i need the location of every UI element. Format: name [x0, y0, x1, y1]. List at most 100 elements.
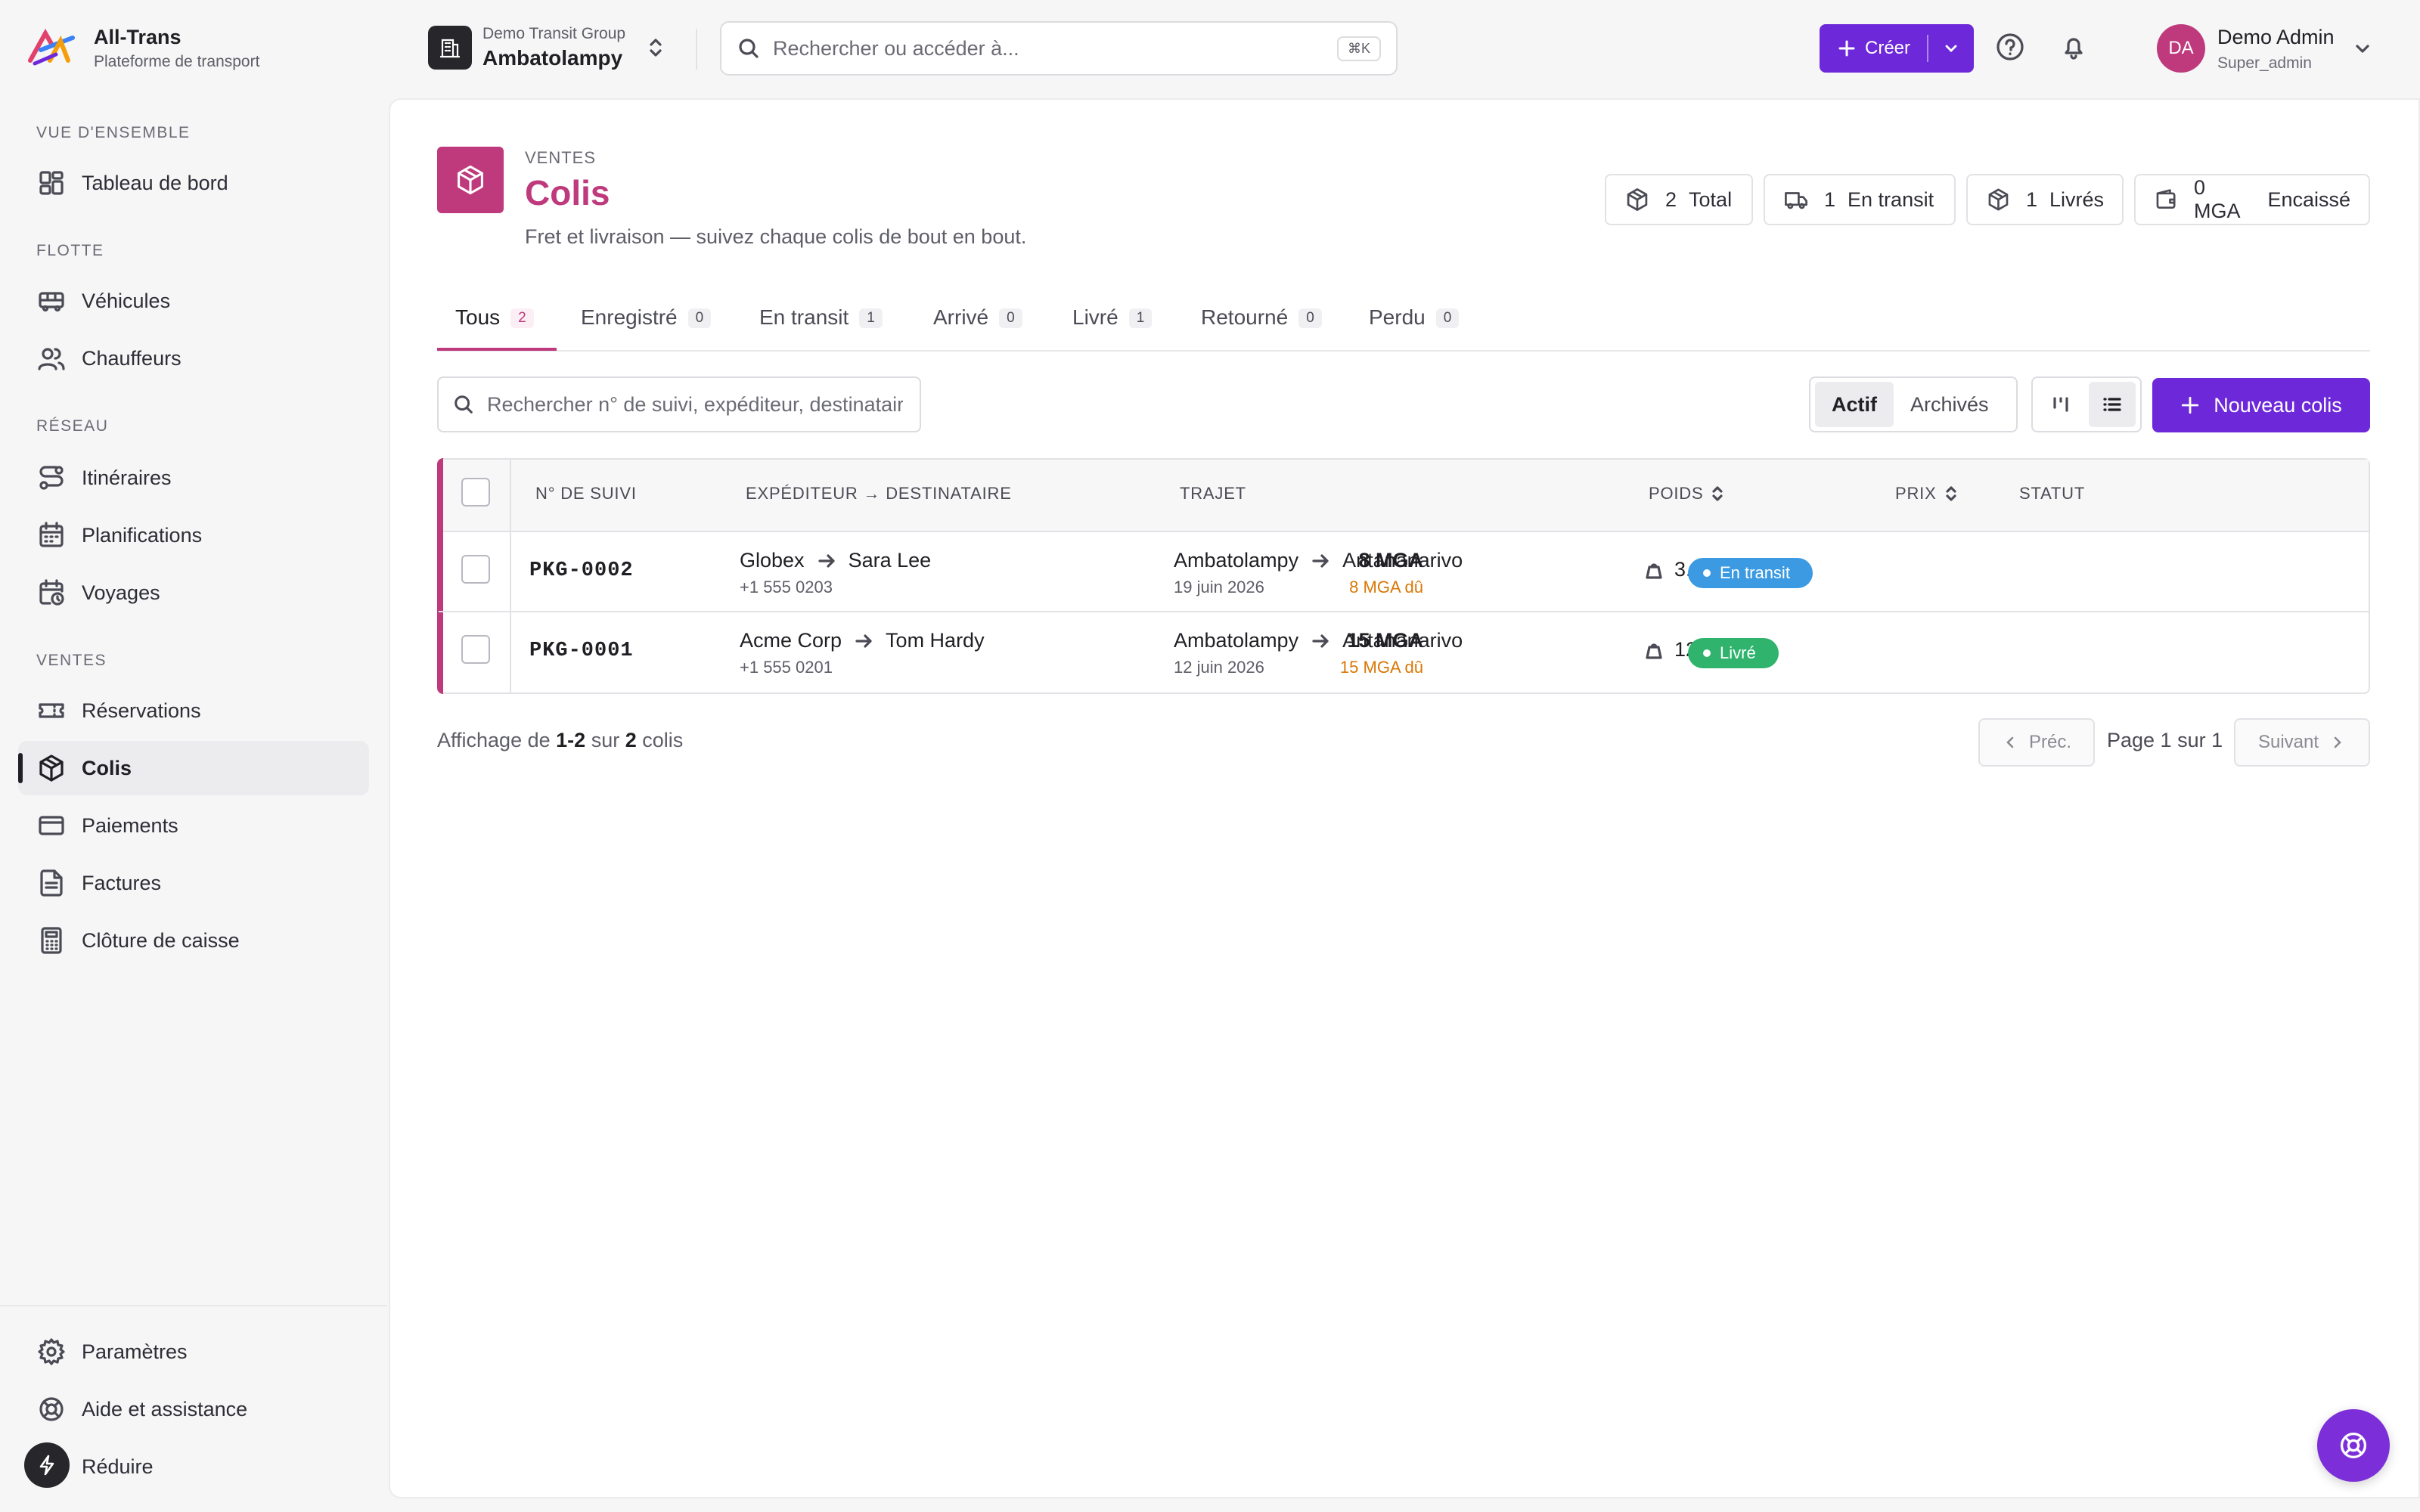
tab-delivered[interactable]: Livré 1: [1072, 305, 1153, 351]
bus-icon: [39, 292, 64, 312]
next-page-button[interactable]: Suivant: [2234, 718, 2370, 767]
search-icon: [739, 39, 759, 58]
chevron-down-icon: [1945, 45, 1957, 52]
previous-page-button[interactable]: Préc.: [1978, 718, 2095, 767]
list-view-button[interactable]: [2089, 382, 2136, 427]
org-group: Demo Transit Group: [482, 25, 626, 42]
recipient: Sara Lee: [848, 549, 932, 572]
new-parcel-button[interactable]: Nouveau colis: [2152, 378, 2370, 432]
tab-all[interactable]: Tous 2: [455, 305, 534, 351]
sender-recipient: Acme Corp Tom Hardy: [740, 629, 985, 652]
column-price-label: PRIX: [1895, 484, 1937, 503]
active-indicator: [18, 753, 23, 783]
row-checkbox[interactable]: [461, 555, 490, 584]
tab-label: Tous: [455, 305, 501, 329]
sidebar-item-help[interactable]: Aide et assistance: [18, 1382, 369, 1436]
sidebar-item-label: Voyages: [82, 581, 160, 604]
tab-returned[interactable]: Retourné 0: [1201, 305, 1322, 351]
amount-due: 8 MGA dû: [1349, 578, 1423, 596]
tab-count: 0: [1435, 308, 1460, 328]
column-tracking[interactable]: N° DE SUIVI: [535, 484, 637, 503]
sidebar-item-label: Véhicules: [82, 289, 171, 312]
bolt-button[interactable]: [24, 1442, 70, 1488]
next-label: Suivant: [2257, 732, 2319, 752]
section-fleet: FLOTTE: [36, 242, 104, 259]
tab-arrived[interactable]: Arrivé 0: [933, 305, 1022, 351]
column-route: TRAJET: [1180, 484, 1246, 503]
create-button[interactable]: Créer: [1820, 24, 1974, 73]
sidebar-item-dashboard[interactable]: Tableau de bord: [18, 156, 369, 210]
stat-value: 0 MGA: [2193, 176, 2241, 222]
tab-label: Livré: [1072, 305, 1118, 329]
notifications-button[interactable]: [2057, 30, 2090, 64]
chevron-right-icon: [2334, 736, 2341, 748]
tab-label: Perdu: [1369, 305, 1426, 329]
tab-count: 0: [687, 308, 712, 328]
route-date: 19 juin 2026: [1174, 578, 1264, 596]
sidebar-item-label: Paramètres: [82, 1340, 188, 1363]
building-icon: [428, 26, 472, 70]
sidebar-item-routes[interactable]: Itinéraires: [18, 451, 369, 505]
create-label: Créer: [1865, 38, 1911, 58]
create-dropdown-button[interactable]: [1928, 24, 1974, 73]
sidebar-item-trips[interactable]: Voyages: [18, 565, 369, 620]
tracking-number[interactable]: PKG-0001: [529, 640, 634, 662]
org-name: Ambatolampy: [482, 46, 623, 70]
price: 8 MGA: [1358, 549, 1423, 572]
sidebar-item-label: Aide et assistance: [82, 1397, 248, 1421]
stat-total: 2 Total: [1605, 174, 1753, 225]
all-trans-logo[interactable]: [27, 27, 76, 70]
sidebar-item-cash-closing[interactable]: Clôture de caisse: [18, 913, 369, 968]
tab-registered[interactable]: Enregistré 0: [581, 305, 712, 351]
avatar[interactable]: DA: [2157, 24, 2205, 73]
sidebar-item-label: Colis: [82, 756, 132, 779]
sidebar-item-label: Factures: [82, 871, 162, 894]
tab-lost[interactable]: Perdu 0: [1369, 305, 1460, 351]
table-row[interactable]: PKG-0002 Globex Sara Lee +1 555 0203 Amb…: [439, 534, 2369, 612]
stat-label: Total: [1689, 187, 1733, 211]
amount-due: 15 MGA dû: [1339, 658, 1423, 677]
status-label: En transit: [1720, 563, 1790, 582]
row-checkbox[interactable]: [461, 635, 490, 664]
stat-delivered: 1 Livrés: [1966, 174, 2124, 225]
chevron-down-icon: [2356, 45, 2369, 53]
stat-in-transit: 1 En transit: [1764, 174, 1956, 225]
tab-label: Enregistré: [581, 305, 678, 329]
sidebar-item-settings[interactable]: Paramètres: [18, 1325, 369, 1379]
sidebar-item-payments[interactable]: Paiements: [18, 798, 369, 853]
sidebar-item-label: Chauffeurs: [82, 346, 182, 370]
user-name[interactable]: Demo Admin: [2217, 26, 2335, 49]
global-search-input[interactable]: Rechercher ou accéder à... ⌘K: [720, 21, 1398, 76]
table-row[interactable]: PKG-0001 Acme Corp Tom Hardy +1 555 0201…: [439, 614, 2369, 692]
sidebar-item-reservations[interactable]: Réservations: [18, 683, 369, 738]
search-placeholder: Rechercher n° de suivi, expéditeur, dest…: [487, 392, 903, 416]
tracking-number[interactable]: PKG-0002: [529, 559, 634, 582]
sidebar-item-drivers[interactable]: Chauffeurs: [18, 331, 369, 386]
sidebar-item-schedules[interactable]: Planifications: [18, 508, 369, 562]
calendar-clock-icon: [39, 579, 64, 606]
kanban-view-button[interactable]: [2037, 382, 2084, 427]
view-toggle: [2031, 376, 2142, 432]
org-switcher[interactable]: Demo Transit Group Ambatolampy: [428, 23, 670, 73]
support-fab-button[interactable]: [2317, 1409, 2390, 1482]
sidebar-item-parcels[interactable]: Colis: [18, 741, 369, 795]
status-badge: Livré: [1688, 638, 1779, 668]
filter-archived-button[interactable]: Archivés: [1894, 382, 2006, 427]
sidebar-item-vehicles[interactable]: Véhicules: [18, 274, 369, 328]
parcel-search-input[interactable]: Rechercher n° de suivi, expéditeur, dest…: [437, 376, 921, 432]
column-weight[interactable]: POIDS: [1649, 484, 1724, 503]
filter-active-button[interactable]: Actif: [1815, 382, 1894, 427]
tab-in-transit[interactable]: En transit 1: [759, 305, 883, 351]
column-price[interactable]: PRIX: [1895, 484, 1958, 503]
help-button[interactable]: [1993, 30, 2027, 64]
sidebar-item-invoices[interactable]: Factures: [18, 856, 369, 910]
create-main-button[interactable]: Créer: [1820, 24, 1927, 73]
sidebar-item-collapse[interactable]: Réduire: [18, 1439, 369, 1494]
sidebar-item-label: Réservations: [82, 699, 201, 722]
tab-label: Retourné: [1201, 305, 1289, 329]
sidebar-item-label: Planifications: [82, 523, 203, 547]
page-section: VENTES: [525, 148, 597, 167]
user-menu-button[interactable]: [2352, 38, 2373, 59]
select-all-checkbox[interactable]: [461, 478, 490, 507]
sender: Acme Corp: [740, 629, 842, 652]
